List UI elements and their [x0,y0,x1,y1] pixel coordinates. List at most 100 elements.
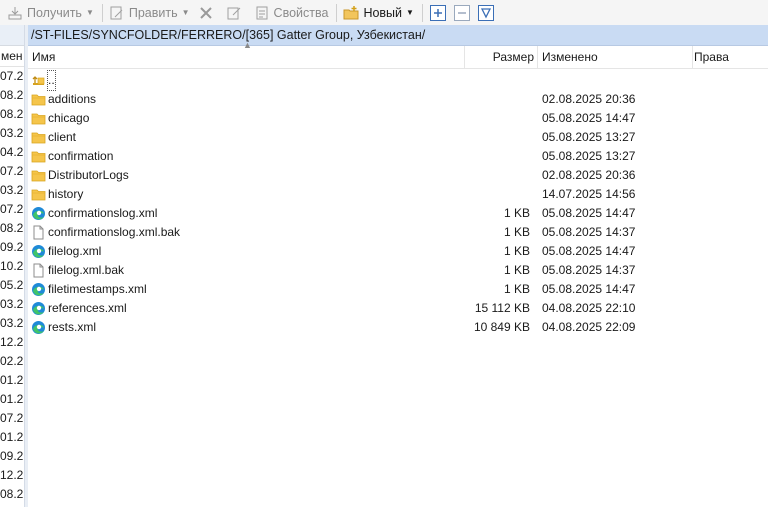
left-list-item[interactable]: 07.2 [0,409,24,428]
left-list-item[interactable]: 12.2 [0,333,24,352]
file-size: 1 KB [503,206,530,220]
file-row[interactable]: rests.xml 10 849 KB 04.08.2025 22:09 [28,318,768,337]
left-path-bar [0,25,24,46]
file-name: confirmationslog.xml [48,206,158,220]
left-list-item[interactable]: 07.2 [0,67,24,86]
left-list-item[interactable]: 12.2 [0,466,24,485]
toolbar-separator [336,3,338,22]
toolbar: Получить ▼ Править ▼ Свойства Новый ▼ [0,0,768,26]
left-list-item[interactable]: 07.2 [0,200,24,219]
file-row[interactable]: chicago 05.08.2025 14:47 [28,109,768,128]
file-row[interactable]: confirmationslog.xml.bak 1 KB 05.08.2025 1… [28,223,768,242]
filter-icon [480,7,492,18]
left-list-item[interactable]: 09.2 [0,447,24,466]
left-list-item[interactable]: 01.2 [0,371,24,390]
rename-button[interactable] [223,2,249,24]
left-panel: мен 07.2 08.2 08.2 03.2 04.2 07.2 03.2 07.2 08.2… [0,25,24,507]
left-list-item[interactable]: 04.2 [0,143,24,162]
delete-button[interactable] [195,2,221,24]
left-list-item[interactable]: 08.2 [0,105,24,124]
edit-dropdown-icon[interactable]: ▼ [182,8,190,17]
file-row[interactable]: history 14.07.2025 14:56 [28,185,768,204]
file-name: filelog.xml.bak [48,263,125,277]
file-size: 15 112 KB [474,301,530,315]
left-list-item[interactable]: 09.2 [0,238,24,257]
column-size[interactable]: Размер [465,46,538,68]
folder-icon [31,187,46,202]
file-name: .. [47,70,56,91]
path-bar[interactable]: /ST-FILES/SYNCFOLDER/FERRERO/[365] Gatte… [28,25,768,46]
left-list-item[interactable]: 01.2 [0,390,24,409]
get-button[interactable]: Получить ▼ [4,2,97,24]
file-modified: 05.08.2025 13:27 [542,149,636,163]
file-row[interactable]: filetimestamps.xml 1 KB 05.08.2025 14:47 [28,280,768,299]
file-name: history [48,187,84,201]
delete-icon [199,6,212,19]
column-rights-label: Права [694,50,729,64]
file-list: .. additions 02.08.2025 20:36 chicago 05.08.… [28,69,768,337]
properties-button[interactable]: Свойства [251,2,332,24]
file-modified: 05.08.2025 14:47 [542,111,636,125]
collapse-button[interactable] [453,4,470,21]
file-row[interactable]: confirmationslog.xml 1 KB 05.08.2025 14:47 [28,204,768,223]
left-list-item[interactable]: 05.2 [0,276,24,295]
left-column-header-modified[interactable]: мен [0,46,24,67]
column-name[interactable]: Имя [28,46,465,68]
file-size: 10 849 KB [473,320,530,334]
file-modified: 02.08.2025 20:36 [542,168,636,182]
new-label: Новый [363,5,403,20]
expand-button[interactable] [429,4,446,21]
file-row[interactable]: confirmation 05.08.2025 13:27 [28,147,768,166]
file-name: filetimestamps.xml [48,282,147,296]
file-row[interactable]: additions 02.08.2025 20:36 [28,90,768,109]
file-size: 1 KB [503,244,530,258]
file-name: rests.xml [48,320,96,334]
left-file-list: 07.2 08.2 08.2 03.2 04.2 07.2 03.2 07.2 08.2 09.2… [0,67,24,504]
get-dropdown-icon[interactable]: ▼ [86,8,94,17]
new-folder-icon [343,5,359,19]
left-list-item[interactable]: 03.2 [0,295,24,314]
file-row[interactable]: references.xml 15 112 KB 04.08.2025 22:10 [28,299,768,318]
folder-icon [31,130,46,145]
plus-icon [433,8,442,17]
file-row[interactable]: client 05.08.2025 13:27 [28,128,768,147]
edge-icon [31,282,46,297]
left-list-item[interactable]: 10.2 [0,257,24,276]
properties-label: Свойства [273,5,329,20]
file-row[interactable]: DistributorLogs 02.08.2025 20:36 [28,166,768,185]
column-name-label: Имя [32,50,56,64]
column-modified[interactable]: Изменено [538,46,693,68]
edit-label: Править [128,5,178,20]
file-size: 1 KB [503,282,530,296]
file-name: confirmationslog.xml.bak [48,225,181,239]
left-list-item[interactable]: 08.2 [0,485,24,504]
left-list-item[interactable]: 01.2 [0,428,24,447]
new-button[interactable]: Новый ▼ [340,2,417,24]
column-rights[interactable]: Права [689,46,768,68]
edge-icon [31,320,46,335]
file-modified: 05.08.2025 13:27 [542,130,636,144]
edge-icon [31,301,46,316]
file-row[interactable]: .. [28,70,768,91]
left-list-item[interactable]: 07.2 [0,162,24,181]
new-dropdown-icon[interactable]: ▼ [406,8,414,17]
left-list-item[interactable]: 02.2 [0,352,24,371]
file-name: client [48,130,77,144]
properties-icon [256,6,268,19]
file-row[interactable]: filelog.xml.bak 1 KB 05.08.2025 14:37 [28,261,768,280]
file-row[interactable]: filelog.xml 1 KB 05.08.2025 14:47 [28,242,768,261]
left-list-item[interactable]: 03.2 [0,181,24,200]
left-list-item[interactable]: 03.2 [0,124,24,143]
file-modified: 05.08.2025 14:47 [542,282,636,296]
file-modified: 05.08.2025 14:47 [542,244,636,258]
remote-file-panel: /ST-FILES/SYNCFOLDER/FERRERO/[365] Gatte… [28,25,768,507]
edit-button[interactable]: Править ▼ [106,2,193,24]
folder-icon [31,111,46,126]
left-list-item[interactable]: 03.2 [0,314,24,333]
toolbar-separator [101,3,103,22]
edge-icon [31,244,46,259]
filter-button[interactable] [477,4,494,21]
left-list-item[interactable]: 08.2 [0,219,24,238]
left-list-item[interactable]: 08.2 [0,86,24,105]
file-icon [31,225,46,240]
